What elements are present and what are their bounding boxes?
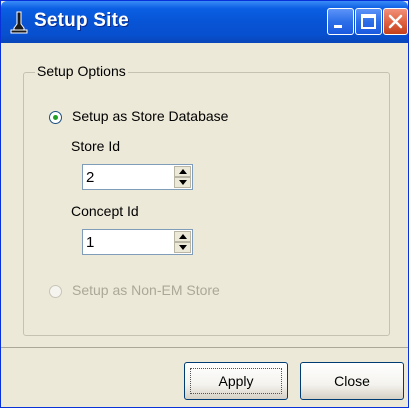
close-button[interactable]: Close [300, 362, 404, 400]
footer-divider [1, 347, 408, 348]
title-bar[interactable]: Setup Site [1, 1, 408, 43]
close-icon [388, 14, 403, 29]
app-icon [10, 11, 28, 34]
store-id-stepper[interactable] [82, 164, 193, 190]
store-database-label[interactable]: Setup as Store Database [72, 108, 228, 124]
window-title: Setup Site [34, 10, 129, 31]
setup-site-dialog: Setup Site Setup Options Setup as Store … [0, 0, 409, 408]
concept-id-stepper[interactable] [82, 229, 193, 255]
close-button-label: Close [334, 373, 370, 389]
store-id-increment-button[interactable] [174, 166, 191, 177]
store-database-radio[interactable] [49, 111, 62, 124]
store-id-label: Store Id [71, 138, 121, 154]
maximize-button[interactable] [355, 8, 382, 35]
setup-options-label: Setup Options [35, 63, 128, 79]
apply-button-label: Apply [218, 373, 254, 389]
concept-id-decrement-button[interactable] [174, 242, 191, 253]
arrow-up-icon [179, 234, 187, 239]
concept-id-label: Concept Id [71, 203, 139, 219]
store-id-input[interactable] [83, 165, 176, 189]
minimize-button[interactable] [327, 8, 354, 35]
minimize-icon [334, 25, 342, 28]
concept-id-input[interactable] [83, 230, 176, 254]
maximize-icon [361, 14, 376, 29]
arrow-up-icon [179, 169, 187, 174]
concept-id-increment-button[interactable] [174, 231, 191, 242]
apply-button[interactable]: Apply [184, 362, 288, 400]
arrow-down-icon [179, 180, 187, 185]
store-id-decrement-button[interactable] [174, 177, 191, 188]
non-em-store-radio [49, 285, 62, 298]
non-em-store-label: Setup as Non-EM Store [72, 282, 220, 298]
arrow-down-icon [179, 245, 187, 250]
close-window-button[interactable] [383, 8, 408, 35]
